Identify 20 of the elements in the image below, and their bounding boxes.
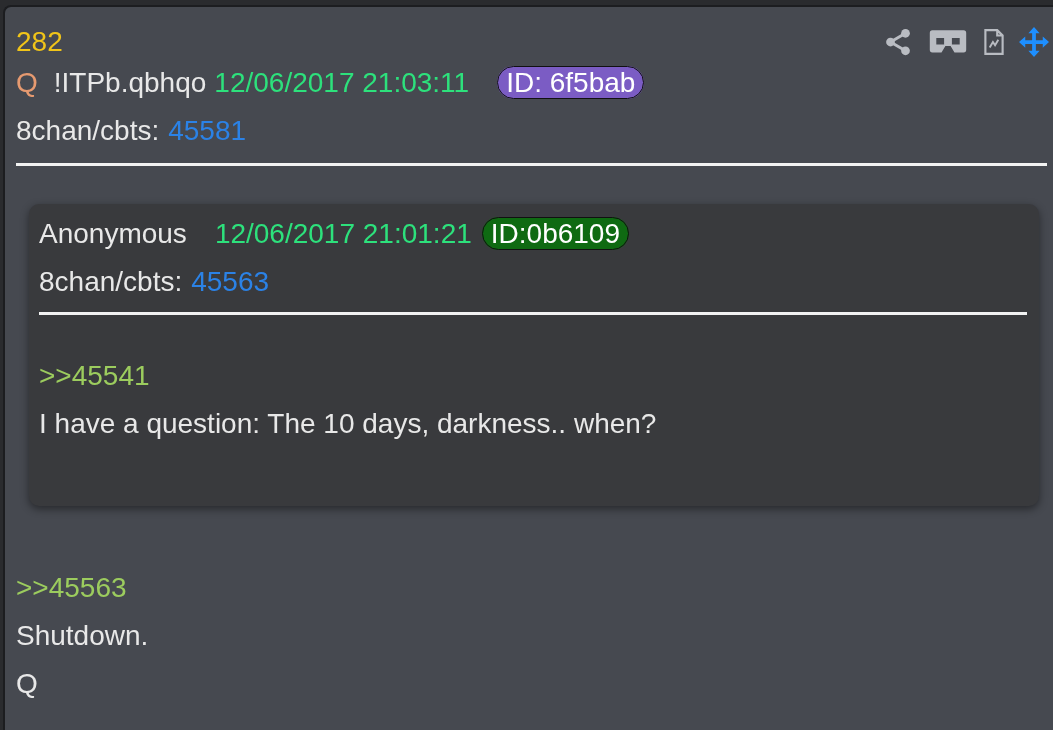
- id-badge: ID:0b6109: [481, 217, 629, 250]
- author-name: Q: [16, 67, 38, 98]
- board-label: 8chan/cbts:: [16, 115, 160, 146]
- timestamp: 12/06/2017 21:01:21: [214, 218, 472, 249]
- quote-link[interactable]: >>45541: [39, 352, 1039, 400]
- document-icon[interactable]: [983, 28, 1005, 56]
- id-badge: ID: 6f5bab: [497, 66, 645, 99]
- author-name: Anonymous: [39, 218, 187, 249]
- timestamp: 12/06/2017 21:03:11: [214, 67, 470, 98]
- board-label: 8chan/cbts:: [39, 266, 183, 297]
- share-icon[interactable]: [883, 27, 913, 57]
- post-link[interactable]: 45563: [191, 266, 270, 297]
- goggles-icon[interactable]: [927, 29, 969, 55]
- tripcode: !ITPb.qbhqo: [53, 67, 207, 98]
- post-text: Q: [16, 667, 39, 701]
- move-icon[interactable]: [1019, 27, 1049, 57]
- post-text: I have a question: The 10 days, darkness.. when?: [39, 407, 658, 441]
- post-text: Shutdown.: [16, 619, 150, 653]
- quote-link[interactable]: >>45563: [16, 564, 1053, 612]
- post-number: 282: [16, 25, 63, 59]
